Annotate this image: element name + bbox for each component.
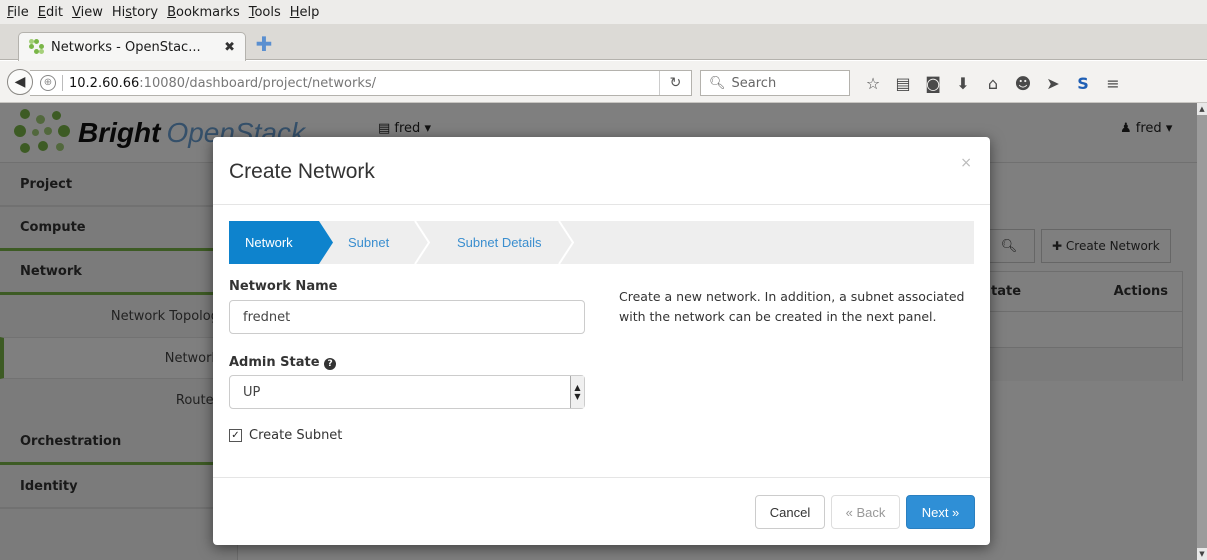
openstack-favicon-icon (29, 39, 45, 55)
scroll-up-icon[interactable]: ▲ (1197, 103, 1207, 115)
tab-strip: Networks - OpenStac... ✖ ✚ (0, 24, 1207, 61)
help-icon[interactable]: ? (324, 358, 337, 370)
menu-hamburger-icon[interactable]: ≡ (1098, 74, 1128, 93)
pocket-icon[interactable]: ◙ (918, 74, 948, 93)
create-subnet-checkbox-row[interactable]: ✓ Create Subnet (229, 428, 342, 443)
url-text[interactable]: 10.2.60.66:10080/dashboard/project/netwo… (69, 76, 659, 91)
back-arrow-icon[interactable]: ◀ (7, 69, 33, 95)
new-tab-icon[interactable]: ✚ (254, 34, 274, 54)
create-subnet-checkbox[interactable]: ✓ (229, 429, 242, 442)
create-network-modal: Create Network × Network Subnet Subnet D… (213, 137, 990, 545)
create-subnet-label: Create Subnet (249, 428, 343, 443)
menu-edit[interactable]: Edit (38, 5, 63, 20)
page-scrollbar[interactable]: ▲ ▼ (1197, 103, 1207, 560)
navigation-toolbar: ⊕ 10.2.60.66:10080/dashboard/project/net… (0, 61, 1207, 103)
network-description: Create a new network. In addition, a sub… (619, 289, 965, 324)
reading-list-icon[interactable]: ▤ (888, 74, 918, 93)
toolbar-icons: ☆ ▤ ◙ ⬇ ⌂ ☻ ➤ S ≡ (858, 70, 1128, 96)
menu-history[interactable]: History (112, 5, 158, 20)
menu-help[interactable]: Help (290, 5, 320, 20)
wizard-step-subnet-details[interactable]: Subnet Details (429, 221, 542, 264)
menu-view[interactable]: View (72, 5, 103, 20)
modal-header: Create Network × (213, 137, 990, 205)
modal-title: Create Network (229, 160, 375, 183)
wizard-step-network[interactable]: Network (229, 221, 319, 264)
next-button[interactable]: Next » (906, 495, 975, 529)
menu-tools[interactable]: Tools (249, 5, 281, 20)
network-name-label: Network Name (229, 279, 338, 294)
download-icon[interactable]: ⬇ (948, 74, 978, 93)
bookmark-star-icon[interactable]: ☆ (858, 74, 888, 93)
wizard-step-subnet[interactable]: Subnet (333, 221, 389, 264)
admin-state-select[interactable]: UP ▲ ▼ (229, 375, 585, 409)
menubar: File Edit View History Bookmarks Tools H… (0, 0, 1207, 24)
wizard-steps: Network Subnet Subnet Details (229, 221, 974, 264)
chat-icon[interactable]: ☻ (1008, 74, 1038, 93)
globe-icon: ⊕ (40, 75, 56, 91)
select-arrows-icon: ▲ ▼ (570, 376, 584, 408)
modal-footer: Cancel « Back Next » (213, 477, 990, 545)
reload-icon[interactable]: ↻ (659, 71, 691, 95)
menu-bookmarks[interactable]: Bookmarks (167, 5, 240, 20)
scroll-down-icon[interactable]: ▼ (1197, 548, 1207, 560)
close-icon[interactable]: × (960, 155, 972, 171)
browser-tab[interactable]: Networks - OpenStac... ✖ (18, 32, 246, 61)
send-icon[interactable]: ➤ (1038, 74, 1068, 93)
back-button[interactable]: « Back (831, 495, 900, 529)
search-icon: 🔍︎ (709, 75, 726, 91)
tab-close-icon[interactable]: ✖ (224, 40, 235, 55)
browser-search-input[interactable]: 🔍︎ Search (700, 70, 850, 96)
cancel-button[interactable]: Cancel (755, 495, 825, 529)
tab-title: Networks - OpenStac... (51, 39, 201, 55)
admin-state-label: Admin State ? (229, 355, 337, 370)
menu-file[interactable]: File (7, 5, 29, 20)
home-icon[interactable]: ⌂ (978, 74, 1008, 93)
sync-icon[interactable]: S (1068, 74, 1098, 93)
url-bar[interactable]: ⊕ 10.2.60.66:10080/dashboard/project/net… (30, 70, 692, 96)
network-name-input[interactable]: frednet (229, 300, 585, 334)
